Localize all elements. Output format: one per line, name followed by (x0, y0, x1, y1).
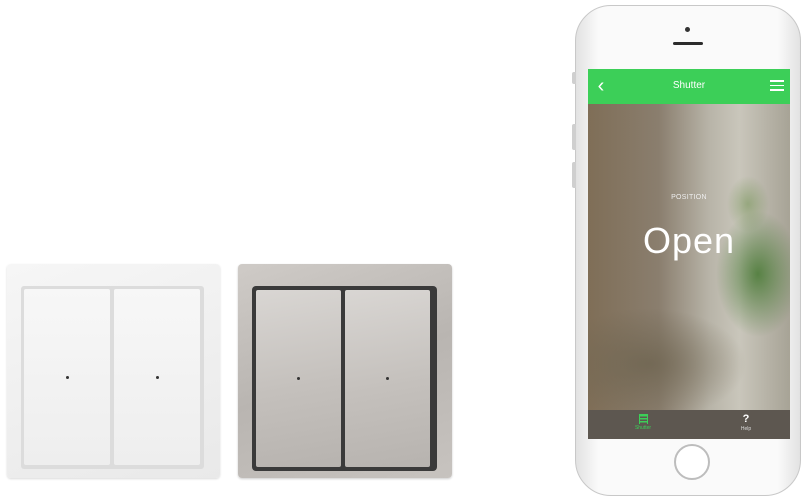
hamburger-menu-icon[interactable] (770, 80, 784, 92)
room-background-image: POSITION Open (588, 104, 790, 410)
tab-label: Help (740, 426, 752, 432)
rocker-left-button[interactable] (256, 290, 341, 467)
home-button[interactable] (674, 444, 710, 480)
position-label: POSITION (671, 194, 707, 201)
switch-frame (21, 286, 204, 469)
app-header: ‹ Shutter (588, 69, 790, 104)
page-title: Shutter (672, 80, 706, 91)
volume-down-button (572, 162, 576, 188)
mute-switch (572, 72, 576, 84)
question-mark-icon: ? (742, 413, 750, 425)
position-value[interactable]: Open (588, 220, 790, 262)
shutter-icon (638, 414, 648, 424)
led-dot (297, 377, 300, 380)
rocker-right-button[interactable] (114, 289, 200, 465)
rocker-left-button[interactable] (24, 289, 110, 465)
tab-bar: Shutter ? Help (588, 410, 790, 439)
rocker-right-button[interactable] (345, 290, 430, 467)
wall-switch-silver (238, 264, 452, 478)
led-dot (386, 377, 389, 380)
led-dot (65, 375, 69, 379)
wall-switch-white (7, 264, 220, 478)
switch-frame (252, 286, 437, 471)
earpiece-speaker (673, 42, 703, 45)
front-camera (685, 27, 690, 32)
tab-help[interactable]: ? Help (716, 412, 776, 438)
app-screen: ‹ Shutter POSITION Open Shutter ? Help (588, 69, 790, 439)
tab-label: Shutter (634, 425, 652, 431)
tab-shutter[interactable]: Shutter (613, 412, 673, 438)
volume-up-button (572, 124, 576, 150)
smartphone: ‹ Shutter POSITION Open Shutter ? Help (572, 5, 801, 496)
led-dot (155, 375, 159, 379)
